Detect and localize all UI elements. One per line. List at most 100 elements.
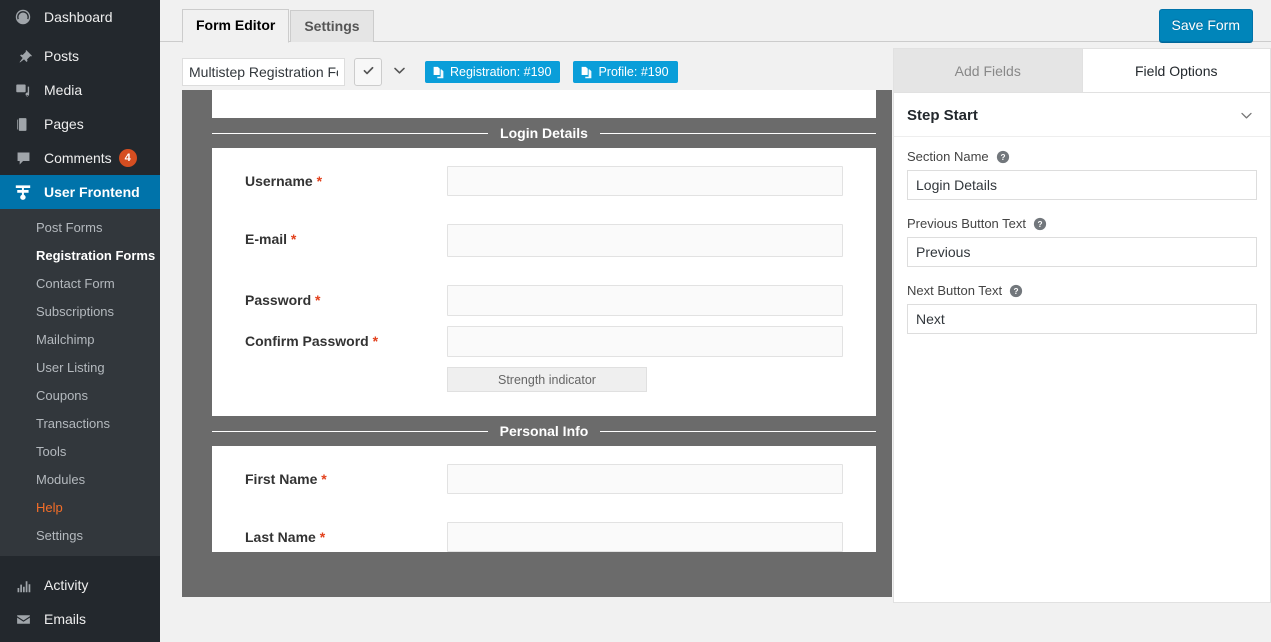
- sidebar-item-post-forms[interactable]: Post Forms: [0, 214, 160, 242]
- field-label: Password *: [245, 285, 447, 308]
- email-input[interactable]: [447, 224, 843, 257]
- chevron-down-icon: [392, 63, 407, 81]
- form-preview-canvas: Login Details Username * E-mail * Passwo…: [212, 90, 876, 570]
- sidebar-item-help[interactable]: Help: [0, 494, 160, 522]
- preview-field-password[interactable]: Password *: [212, 285, 876, 316]
- sidebar-item-tools[interactable]: Tools: [0, 438, 160, 466]
- sidebar-item-media[interactable]: Media: [0, 73, 160, 107]
- field-label-text: First Name: [245, 471, 318, 487]
- sidebar-item-pages[interactable]: Pages: [0, 107, 160, 141]
- preview-field-last-name[interactable]: Last Name *: [212, 522, 876, 552]
- preview-strength-indicator-row: Strength indicator: [212, 367, 876, 392]
- username-input[interactable]: [447, 166, 843, 196]
- confirm-title-button[interactable]: [354, 58, 382, 86]
- help-icon[interactable]: ?: [1009, 284, 1023, 298]
- preview-field-username[interactable]: Username *: [212, 166, 876, 196]
- sidebar-item-user-listing[interactable]: User Listing: [0, 354, 160, 382]
- preview-section-header-personal[interactable]: Personal Info: [212, 416, 876, 446]
- user-frontend-submenu: Post Forms Registration Forms Contact Fo…: [0, 209, 160, 556]
- sidebar-item-user-frontend[interactable]: User Frontend: [0, 175, 160, 209]
- tab-add-fields[interactable]: Add Fields: [894, 49, 1083, 92]
- sidebar-item-subscriptions[interactable]: Subscriptions: [0, 298, 160, 326]
- field-label: Confirm Password *: [245, 326, 447, 349]
- tab-settings[interactable]: Settings: [290, 10, 374, 42]
- field-label-text: Last Name: [245, 529, 316, 545]
- form-preview-pane: Login Details Username * E-mail * Passwo…: [182, 90, 892, 597]
- envelope-icon: [11, 609, 35, 629]
- check-icon: [362, 64, 375, 80]
- label-text: Section Name: [907, 149, 989, 164]
- required-marker: *: [315, 292, 321, 308]
- field-group-next-button-text: Next Button Text ?: [894, 267, 1270, 334]
- help-icon[interactable]: ?: [996, 150, 1010, 164]
- section-rule-left: [212, 133, 531, 134]
- required-marker: *: [321, 471, 327, 487]
- preview-field-first-name[interactable]: First Name *: [212, 464, 876, 494]
- admin-screen: Dashboard Posts Media Pages Comments 4 U…: [0, 0, 1271, 642]
- sidebar-item-emails[interactable]: Emails: [0, 602, 160, 636]
- registration-link-button[interactable]: Registration: #190: [425, 61, 561, 83]
- svg-text:?: ?: [1037, 219, 1042, 229]
- field-options-title: Step Start: [907, 107, 978, 124]
- sidebar-item-label: Media: [44, 82, 83, 98]
- field-options-panel: Add Fields Field Options Step Start Sect…: [893, 48, 1271, 603]
- title-dropdown-button[interactable]: [386, 58, 412, 86]
- field-label: First Name *: [245, 464, 447, 487]
- form-toolbar: Registration: #190 Profile: #190: [182, 58, 678, 86]
- dashboard-icon: [11, 7, 35, 27]
- first-name-input[interactable]: [447, 464, 843, 494]
- required-marker: *: [372, 333, 379, 349]
- sidebar-item-coupons[interactable]: Coupons: [0, 382, 160, 410]
- save-form-button[interactable]: Save Form: [1158, 9, 1253, 42]
- sidebar-item-label: Pages: [44, 116, 84, 132]
- help-icon[interactable]: ?: [1033, 217, 1047, 231]
- main-content: Form Editor Settings Save Form Registrat: [160, 0, 1271, 642]
- preview-field-email[interactable]: E-mail *: [212, 224, 876, 257]
- tab-form-editor[interactable]: Form Editor: [182, 9, 290, 43]
- field-label-text: Confirm Password: [245, 333, 369, 349]
- sidebar-item-dashboard[interactable]: Dashboard: [0, 0, 160, 34]
- next-button-text-label: Next Button Text ?: [907, 283, 1257, 298]
- section-rule-left: [212, 431, 531, 432]
- confirm-password-input[interactable]: [447, 326, 843, 357]
- chevron-down-icon[interactable]: [1239, 108, 1254, 123]
- next-button-text-input[interactable]: [907, 304, 1257, 334]
- svg-text:?: ?: [1000, 152, 1005, 162]
- tab-field-options[interactable]: Field Options: [1082, 49, 1270, 92]
- strength-indicator: Strength indicator: [447, 367, 647, 392]
- preview-section-header-login[interactable]: Login Details: [212, 118, 876, 148]
- sidebar-item-registration-forms[interactable]: Registration Forms: [0, 242, 160, 270]
- field-options-header[interactable]: Step Start: [894, 93, 1270, 137]
- sidebar-item-activity[interactable]: Activity: [0, 568, 160, 602]
- user-frontend-icon: [11, 182, 35, 202]
- preview-section-body-login: Username * E-mail * Password * Confirm P…: [212, 148, 876, 416]
- sidebar-item-mailchimp[interactable]: Mailchimp: [0, 326, 160, 354]
- form-title-input[interactable]: [182, 58, 345, 86]
- preview-field-confirm-password[interactable]: Confirm Password *: [212, 326, 876, 357]
- previous-button-text-input[interactable]: [907, 237, 1257, 267]
- sidebar-item-label: Emails: [44, 611, 87, 627]
- svg-text:?: ?: [1014, 286, 1019, 296]
- sidebar-item-modules[interactable]: Modules: [0, 466, 160, 494]
- section-name-input[interactable]: [907, 170, 1257, 200]
- sidebar-item-comments[interactable]: Comments 4: [0, 141, 160, 175]
- sidebar-item-transactions[interactable]: Transactions: [0, 410, 160, 438]
- field-label: E-mail *: [245, 224, 447, 247]
- sidebar-item-posts[interactable]: Posts: [0, 39, 160, 73]
- last-name-input[interactable]: [447, 522, 843, 552]
- field-label: Last Name *: [245, 522, 447, 545]
- sidebar-item-settings[interactable]: Settings: [0, 522, 160, 550]
- field-group-section-name: Section Name ?: [894, 137, 1270, 200]
- sidebar-item-label: Dashboard: [44, 9, 113, 25]
- sidebar-item-label: Activity: [44, 577, 89, 593]
- sidebar-divider-2: [0, 556, 160, 561]
- profile-link-button[interactable]: Profile: #190: [573, 61, 678, 83]
- section-rule-right: [557, 431, 876, 432]
- pages-icon: [11, 114, 35, 134]
- section-rule-right: [557, 133, 876, 134]
- sidebar-item-contact-form[interactable]: Contact Form: [0, 270, 160, 298]
- field-label-text: E-mail: [245, 231, 288, 247]
- password-input[interactable]: [447, 285, 843, 316]
- required-marker: *: [319, 529, 326, 545]
- section-title: Personal Info: [487, 423, 601, 439]
